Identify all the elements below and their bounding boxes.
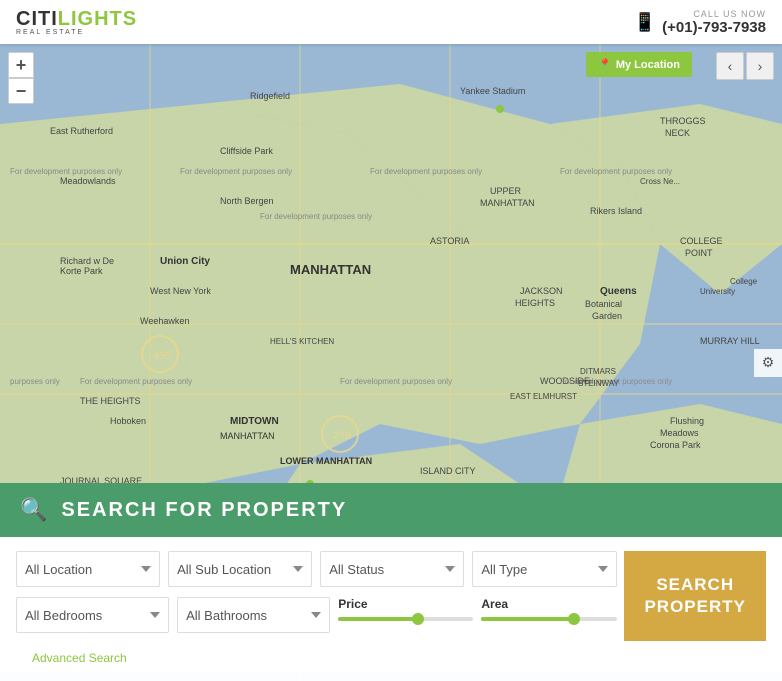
search-property-button[interactable]: SEARCH PROPERTY bbox=[624, 551, 766, 641]
svg-text:For development purposes only: For development purposes only bbox=[560, 167, 672, 176]
svg-text:For development purposes only: For development purposes only bbox=[340, 377, 452, 386]
svg-text:For development purposes only: For development purposes only bbox=[80, 377, 192, 386]
svg-text:Queens: Queens bbox=[600, 286, 637, 297]
svg-text:East Rutherford: East Rutherford bbox=[50, 126, 113, 136]
price-slider[interactable] bbox=[338, 617, 473, 621]
svg-text:Ridgefield: Ridgefield bbox=[250, 91, 290, 101]
logo-subtitle: REAL ESTATE bbox=[16, 29, 137, 36]
svg-text:MANHATTAN: MANHATTAN bbox=[220, 431, 275, 441]
logo-citi: CITI bbox=[16, 8, 58, 30]
svg-text:EAST ELMHURST: EAST ELMHURST bbox=[510, 392, 577, 401]
zoom-out-button[interactable]: − bbox=[8, 78, 34, 104]
svg-text:Meadows: Meadows bbox=[660, 428, 699, 438]
search-btn-text: SEARCH PROPERTY bbox=[644, 574, 746, 618]
map-navigation: ‹ › bbox=[716, 52, 774, 80]
map-settings-button[interactable]: ⚙ bbox=[754, 349, 782, 377]
svg-text:MIDTOWN: MIDTOWN bbox=[230, 416, 279, 427]
status-select[interactable]: All Status For Sale For Rent Sold bbox=[320, 551, 464, 587]
svg-text:495: 495 bbox=[153, 350, 171, 362]
svg-text:STEINWAY: STEINWAY bbox=[578, 379, 620, 388]
svg-text:Yankee Stadium: Yankee Stadium bbox=[460, 86, 525, 96]
call-text: CALL US NOW (+01)-793-7938 bbox=[662, 9, 766, 36]
logo-lights: LIGHTS bbox=[58, 8, 137, 30]
svg-text:College: College bbox=[730, 277, 758, 286]
search-body: All Location New York Manhattan Brooklyn… bbox=[0, 537, 782, 671]
svg-text:University: University bbox=[700, 287, 735, 296]
selects-line-1: All Location New York Manhattan Brooklyn… bbox=[16, 551, 616, 587]
svg-text:POINT: POINT bbox=[685, 248, 713, 258]
area-slider[interactable] bbox=[481, 617, 616, 621]
svg-text:MURRAY HILL: MURRAY HILL bbox=[700, 336, 760, 346]
svg-text:Garden: Garden bbox=[592, 311, 622, 321]
svg-text:Meadowlands: Meadowlands bbox=[60, 176, 116, 186]
search-header: 🔍 SEARCH FOR PROPERTY bbox=[0, 483, 782, 537]
my-location-label: My Location bbox=[616, 59, 680, 71]
svg-text:Flushing: Flushing bbox=[670, 416, 704, 426]
map-nav-left[interactable]: ‹ bbox=[716, 52, 744, 80]
svg-text:MANHATTAN: MANHATTAN bbox=[290, 262, 371, 277]
zoom-controls: + − bbox=[8, 52, 34, 104]
map-nav-right[interactable]: › bbox=[746, 52, 774, 80]
svg-text:LOWER MANHATTAN: LOWER MANHATTAN bbox=[280, 456, 372, 466]
svg-text:278: 278 bbox=[333, 430, 351, 442]
search-selects: All Location New York Manhattan Brooklyn… bbox=[16, 551, 616, 641]
svg-text:Botanical: Botanical bbox=[585, 299, 622, 309]
advanced-search-link[interactable]: Advanced Search bbox=[16, 651, 766, 665]
svg-text:For development purposes only: For development purposes only bbox=[10, 167, 122, 176]
svg-text:Korte Park: Korte Park bbox=[60, 266, 103, 276]
search-row-1: All Location New York Manhattan Brooklyn… bbox=[16, 551, 766, 641]
svg-text:For development purposes only: For development purposes only bbox=[370, 167, 482, 176]
call-us-label: CALL US NOW bbox=[662, 9, 766, 19]
phone-number: (+01)-793-7938 bbox=[662, 19, 766, 36]
svg-text:DITMARS: DITMARS bbox=[580, 367, 616, 376]
svg-text:West New York: West New York bbox=[150, 286, 211, 296]
svg-text:UPPER: UPPER bbox=[490, 186, 522, 196]
svg-text:MANHATTAN: MANHATTAN bbox=[480, 198, 535, 208]
header: CITILIGHTS REAL ESTATE 📱 CALL US NOW (+0… bbox=[0, 0, 782, 44]
bathrooms-select[interactable]: All Bathrooms 1 2 3 4+ bbox=[177, 597, 330, 633]
svg-text:HEIGHTS: HEIGHTS bbox=[515, 298, 555, 308]
svg-text:For development purposes only: For development purposes only bbox=[260, 212, 372, 221]
selects-line-2: All Bedrooms 1 2 3 4+ All Bathrooms 1 2 … bbox=[16, 597, 616, 633]
area-range-col: Area bbox=[481, 597, 616, 621]
bedrooms-select[interactable]: All Bedrooms 1 2 3 4+ bbox=[16, 597, 169, 633]
price-label: Price bbox=[338, 597, 473, 611]
search-header-icon: 🔍 bbox=[20, 497, 47, 523]
svg-text:Cliffside Park: Cliffside Park bbox=[220, 146, 273, 156]
svg-text:Corona Park: Corona Park bbox=[650, 440, 701, 450]
map: 495 278 East Rutherford Ridgefield Yanke… bbox=[0, 44, 782, 681]
svg-text:Union City: Union City bbox=[160, 256, 210, 267]
search-header-title: SEARCH FOR PROPERTY bbox=[61, 499, 347, 522]
price-range-col: Price bbox=[338, 597, 473, 621]
svg-text:For development purposes only: For development purposes only bbox=[180, 167, 292, 176]
svg-text:Weehawken: Weehawken bbox=[140, 316, 189, 326]
svg-text:THROGGS: THROGGS bbox=[660, 116, 706, 126]
logo: CITILIGHTS REAL ESTATE bbox=[16, 8, 137, 36]
zoom-in-button[interactable]: + bbox=[8, 52, 34, 78]
location-select[interactable]: All Location New York Manhattan Brooklyn bbox=[16, 551, 160, 587]
search-panel: 🔍 SEARCH FOR PROPERTY All Location New Y… bbox=[0, 483, 782, 681]
sub-location-select[interactable]: All Sub Location Midtown Downtown Uptown bbox=[168, 551, 312, 587]
svg-text:THE HEIGHTS: THE HEIGHTS bbox=[80, 396, 141, 406]
svg-text:NECK: NECK bbox=[665, 128, 690, 138]
phone-icon: 📱 bbox=[634, 12, 656, 33]
svg-text:purposes only: purposes only bbox=[10, 377, 60, 386]
svg-text:North Bergen: North Bergen bbox=[220, 196, 274, 206]
svg-text:ISLAND CITY: ISLAND CITY bbox=[420, 466, 476, 476]
svg-text:HELL'S KITCHEN: HELL'S KITCHEN bbox=[270, 337, 334, 346]
type-select[interactable]: All Type Apartment House Commercial bbox=[472, 551, 616, 587]
my-location-button[interactable]: 📍 My Location bbox=[586, 52, 692, 77]
svg-text:ASTORIA: ASTORIA bbox=[430, 236, 469, 246]
svg-text:Cross Ne...: Cross Ne... bbox=[640, 177, 680, 186]
svg-text:JACKSON: JACKSON bbox=[520, 286, 563, 296]
area-label: Area bbox=[481, 597, 616, 611]
svg-text:COLLEGE: COLLEGE bbox=[680, 236, 723, 246]
header-right: 📱 CALL US NOW (+01)-793-7938 bbox=[634, 9, 766, 36]
svg-text:Rikers Island: Rikers Island bbox=[590, 206, 642, 216]
svg-text:Richard w De: Richard w De bbox=[60, 256, 114, 266]
svg-text:Hoboken: Hoboken bbox=[110, 416, 146, 426]
location-pin-icon: 📍 bbox=[598, 58, 612, 71]
